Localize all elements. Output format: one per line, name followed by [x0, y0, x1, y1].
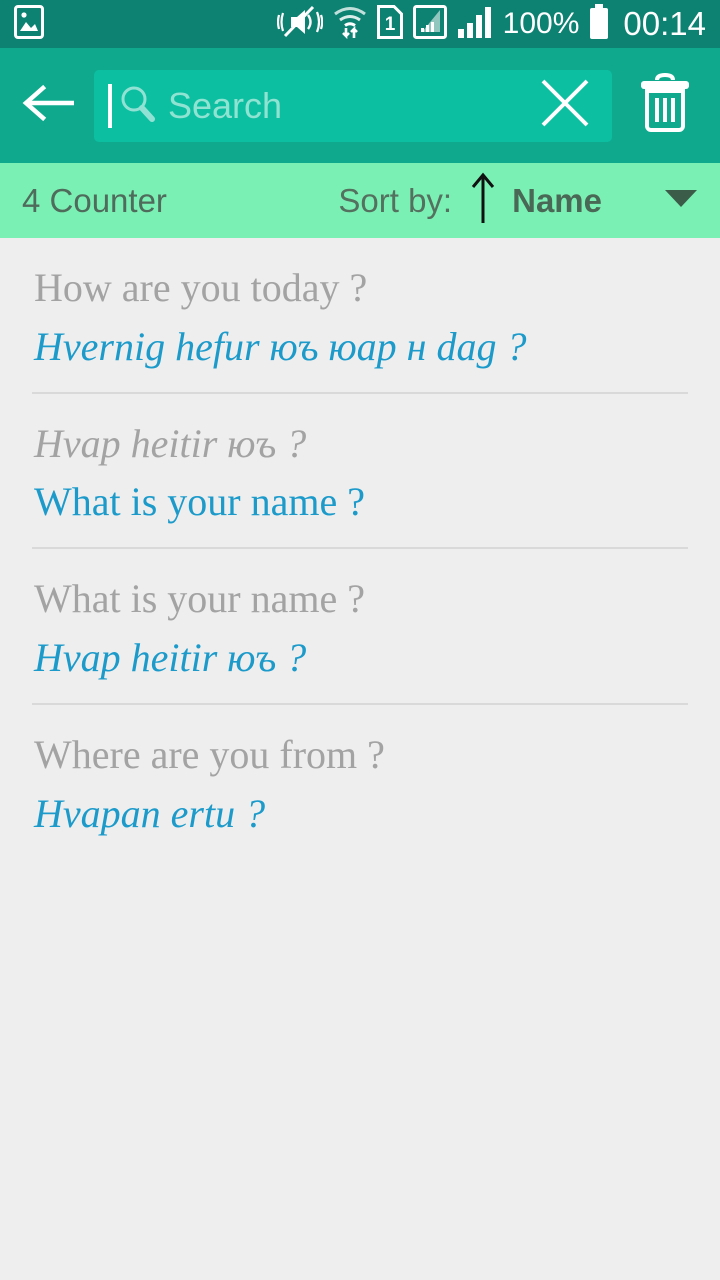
battery-icon [589, 3, 609, 45]
signal-primary-icon [457, 5, 493, 44]
text-caret [108, 83, 112, 128]
search-placeholder-label: Search [168, 84, 283, 126]
status-bar-right: 1 100% 00:14 [276, 3, 706, 45]
chevron-down-icon[interactable] [664, 187, 698, 214]
signal-secondary-icon [412, 4, 447, 44]
wifi-transfer-icon [333, 4, 367, 45]
status-bar-left [14, 4, 44, 44]
phrase-primary: Hvap heitir юъ ? [34, 420, 307, 466]
phrase-primary: How are you today ? [34, 265, 368, 310]
list-item[interactable]: Where are you from ? Hvapan ertu ? [0, 705, 720, 861]
list-item[interactable]: Hvap heitir юъ ? What is your name ? [0, 394, 720, 550]
phrase-secondary: Hvapan ertu ? [34, 790, 266, 836]
sort-bar: 4 Counter Sort by: Name [0, 163, 720, 238]
phrase-secondary: Hvap heitir юъ ? [34, 634, 307, 680]
list-item[interactable]: How are you today ? Hvernig hefur юъ юар… [0, 238, 720, 394]
app-screen: 1 100% 00:14 Search 4 Counter Sort by: N… [0, 0, 720, 1280]
list-item[interactable]: What is your name ? Hvap heitir юъ ? [0, 549, 720, 705]
sort-control[interactable]: Sort by: Name [338, 172, 698, 229]
sort-ascending-icon[interactable] [470, 172, 496, 229]
phrase-primary: What is your name ? [34, 576, 365, 622]
status-bar: 1 100% 00:14 [0, 0, 720, 48]
gallery-icon [14, 4, 44, 44]
phrase-secondary: What is your name ? [34, 479, 365, 525]
delete-button[interactable] [628, 69, 702, 143]
sort-by-label: Sort by: [338, 181, 453, 219]
counter-label: 4 Counter [22, 181, 167, 219]
back-button[interactable] [18, 75, 80, 137]
trash-icon [637, 72, 693, 139]
search-toolbar: Search [0, 48, 720, 163]
battery-percent-label: 100% [502, 7, 580, 40]
close-icon [537, 75, 593, 136]
search-icon [118, 83, 156, 128]
sort-value-label[interactable]: Name [512, 182, 602, 220]
clock-label: 00:14 [623, 5, 706, 42]
clear-search-button[interactable] [534, 75, 596, 137]
svg-text:1: 1 [384, 14, 395, 35]
sim-1-icon: 1 [376, 4, 403, 44]
mute-vibrate-icon [276, 4, 324, 45]
phrase-list: How are you today ? Hvernig hefur юъ юар… [0, 238, 720, 861]
back-arrow-icon [21, 83, 77, 128]
search-input[interactable]: Search [94, 69, 612, 142]
phrase-secondary: Hvernig hefur юъ юар н dag ? [34, 323, 527, 369]
phrase-primary: Where are you from ? [34, 731, 385, 777]
